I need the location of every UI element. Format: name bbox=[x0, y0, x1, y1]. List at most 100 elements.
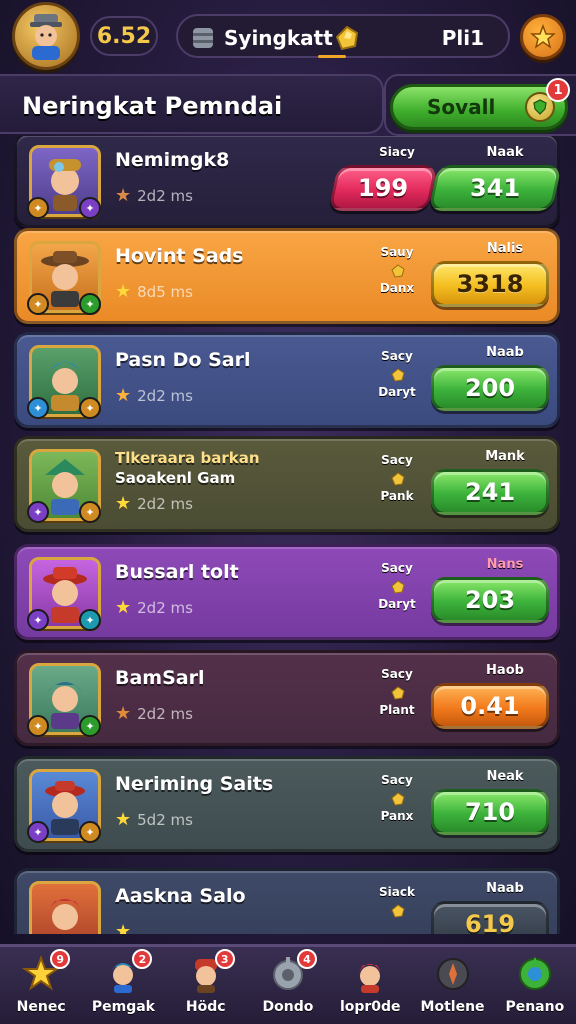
stat-label: Sacy bbox=[381, 667, 413, 681]
secondary-score-pill: 199 bbox=[328, 165, 438, 211]
player-score: 3318 bbox=[431, 261, 549, 307]
score-heading: Mank bbox=[485, 449, 525, 464]
nav-item-label: Dondo bbox=[262, 999, 314, 1015]
gold-nugget-icon bbox=[391, 367, 405, 386]
star-icon: ★ bbox=[115, 597, 132, 618]
medal-icon: ✦ bbox=[79, 397, 101, 419]
player-name: Aasknа Salo bbox=[115, 885, 246, 907]
player-score: 203 bbox=[431, 577, 549, 623]
stat-label: Daryt bbox=[378, 597, 416, 611]
player-portrait bbox=[29, 881, 101, 934]
nav-item-label: Pemgak bbox=[91, 999, 155, 1015]
medal-icon: ✦ bbox=[27, 397, 49, 419]
secondary-score: 199 bbox=[357, 174, 409, 202]
star-close-icon bbox=[530, 24, 556, 49]
globe-icon bbox=[514, 953, 556, 995]
medal-icon: ✦ bbox=[79, 609, 101, 631]
nav-item-topcode[interactable]: lopr0de bbox=[331, 947, 409, 1024]
stat-label: Sacy bbox=[381, 773, 413, 787]
medal-icon: ✦ bbox=[27, 609, 49, 631]
sort-button-label: Sovall bbox=[427, 95, 496, 119]
player-time: 2d2 ms bbox=[137, 494, 193, 513]
medal-icon: ✦ bbox=[79, 821, 101, 843]
star-icon: ★ bbox=[115, 703, 132, 724]
star-icon: ★ bbox=[115, 281, 132, 302]
nav-item-label: Nenec bbox=[16, 999, 66, 1015]
stat-label: Sacy bbox=[381, 453, 413, 467]
leaderboard-row[interactable]: ✦ ✦ BamSarl ★ 2d2 ms Sacy Plant Haob 0.4… bbox=[14, 650, 560, 746]
medal-icon: ✦ bbox=[79, 501, 101, 523]
star-icon: ★ bbox=[115, 385, 132, 406]
medal-icon: ✦ bbox=[27, 715, 49, 737]
player-time: 2d2 ms bbox=[137, 704, 193, 723]
leaderboard-row[interactable]: ✦ ✦ Pasn Do Sarl ★ 2d2 ms Sacy Daryt Naa… bbox=[14, 332, 560, 428]
compass-icon bbox=[432, 953, 474, 995]
nav-item-hodc[interactable]: Hödc 3 bbox=[167, 947, 245, 1024]
nav-item-motlene[interactable]: Motlene bbox=[414, 947, 492, 1024]
player-subtext: ★ 2d2 ms bbox=[115, 385, 193, 406]
page-title: Neringkat Pemndai bbox=[22, 92, 283, 120]
medal-icon: ✦ bbox=[27, 821, 49, 843]
nav-item-label: Penano bbox=[505, 999, 565, 1015]
stat-label: Daryt bbox=[378, 385, 416, 399]
resource-bar[interactable]: Syingkatt Pli1 bbox=[176, 14, 510, 58]
nav-item-label: lopr0de bbox=[339, 999, 401, 1015]
player-time: 2d2 ms bbox=[137, 598, 193, 617]
stat-label: Panx bbox=[380, 809, 414, 823]
nav-item-nenec[interactable]: Nenec 9 bbox=[2, 947, 80, 1024]
leaderboard-row[interactable]: ✦ ✦ Tlkeraara barkan Saoakenl Gam ★ 2d2 … bbox=[14, 436, 560, 532]
stat-label: Sacy bbox=[381, 561, 413, 575]
player-portrait-icon bbox=[30, 14, 62, 60]
score-pill: 341 bbox=[428, 165, 562, 211]
player-subtext: ★ 5d2 ms bbox=[115, 809, 193, 830]
red-hair-hero-icon bbox=[47, 899, 83, 930]
player-subtext: ★ 2d2 ms bbox=[115, 185, 193, 206]
medal-icon: ✦ bbox=[79, 293, 101, 315]
nav-item-dondo[interactable]: Dondo 4 bbox=[249, 947, 327, 1024]
gold-nugget-icon bbox=[391, 471, 405, 490]
nav-item-label: Hödc bbox=[185, 999, 226, 1015]
player-name: Hovint Sads bbox=[115, 245, 244, 267]
gold-nugget-icon bbox=[391, 579, 405, 598]
leaderboard-row[interactable]: ✦ ✦ Bussarl tolt ★ 2d2 ms Sacy Daryt Nan… bbox=[14, 544, 560, 640]
player-avatar[interactable] bbox=[12, 2, 80, 70]
gold-nugget-icon bbox=[391, 791, 405, 810]
stat-label: Sauy bbox=[380, 245, 414, 259]
player-subtext: ★ 2d2 ms bbox=[115, 493, 193, 514]
barrel-icon bbox=[190, 26, 216, 54]
player-score: 341 bbox=[469, 174, 521, 202]
close-button[interactable] bbox=[520, 14, 566, 60]
leaderboard-row[interactable]: ✦ ✦ Nemimgk8 ★ 2d2 ms Siacy Naak 199 341 bbox=[14, 136, 562, 228]
score-heading: Neak bbox=[486, 769, 524, 784]
medal-icon: ✦ bbox=[27, 197, 49, 219]
leaderboard-row[interactable]: ✦ ✦ Neriming Saits ★ 5d2 ms Sacy Panx Ne… bbox=[14, 756, 560, 852]
nav-item-penano[interactable]: Penano bbox=[496, 947, 574, 1024]
score-heading: Haob bbox=[486, 663, 524, 678]
player-score: 619 bbox=[431, 901, 549, 934]
gold-nugget-icon bbox=[391, 903, 405, 922]
player-name: Tlkeraara barkan bbox=[115, 449, 260, 467]
leaderboard-list[interactable]: ✦ ✦ Nemimgk8 ★ 2d2 ms Siacy Naak 199 341… bbox=[0, 136, 576, 934]
resource-label: Syingkatt bbox=[224, 26, 333, 50]
medal-icon: ✦ bbox=[79, 715, 101, 737]
star-icon: ★ bbox=[115, 493, 132, 514]
nav-badge: 3 bbox=[214, 949, 235, 969]
player-subtext: ★ 2d2 ms bbox=[115, 703, 193, 724]
player-name: Pasn Do Sarl bbox=[115, 349, 251, 371]
leaderboard-row[interactable]: ✦ ✦ Hovint Sads ★ 8d5 ms Sauy Danx Nalis… bbox=[14, 228, 560, 324]
nav-item-label: Motlene bbox=[420, 999, 485, 1015]
score-heading: Nans bbox=[486, 557, 524, 572]
leaderboard-row[interactable]: Aasknа Salo ★ Siack Naab 619 bbox=[14, 868, 560, 934]
leaderboard-header: Neringkat Pemndai bbox=[0, 74, 384, 134]
player-time: 2d2 ms bbox=[137, 386, 193, 405]
player-subtext: ★ 2d2 ms bbox=[115, 597, 193, 618]
nav-item-pemgak[interactable]: Pemgak 2 bbox=[84, 947, 162, 1024]
star-icon: ★ bbox=[115, 185, 132, 206]
sort-button[interactable]: Sovall bbox=[390, 84, 568, 130]
player-score: 241 bbox=[431, 469, 549, 515]
notification-badge: 1 bbox=[546, 78, 570, 102]
player-clan: Saoakenl Gam bbox=[115, 469, 236, 487]
player-name: Nemimgk8 bbox=[115, 149, 230, 171]
stat-label: Sacy bbox=[381, 349, 413, 363]
player-level: 6.52 bbox=[90, 16, 158, 56]
